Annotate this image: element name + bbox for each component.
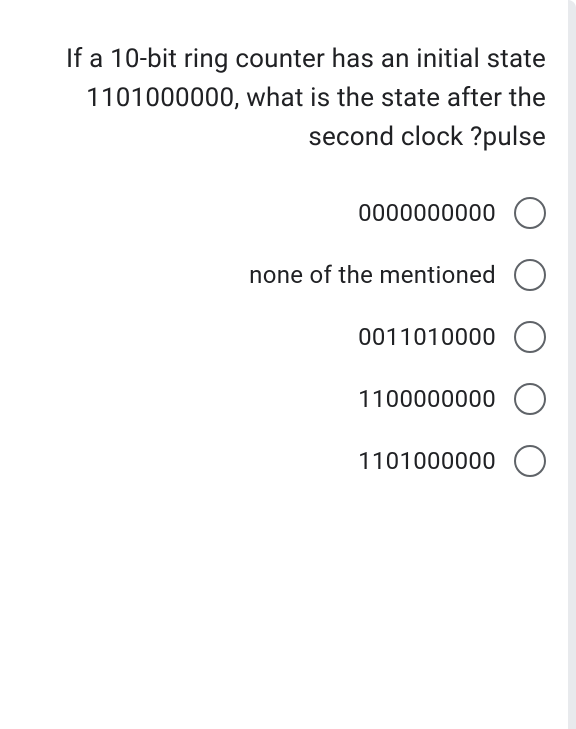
option-row-0[interactable]: 0000000000: [10, 197, 546, 229]
radio-icon[interactable]: [514, 383, 546, 415]
card-edge: [568, 0, 576, 729]
option-row-4[interactable]: 1101000000: [10, 445, 546, 477]
option-label: 1101000000: [358, 447, 496, 475]
option-label: 1100000000: [358, 385, 496, 413]
option-row-1[interactable]: none of the mentioned: [10, 259, 546, 291]
radio-icon[interactable]: [514, 259, 546, 291]
option-row-3[interactable]: 1100000000: [10, 383, 546, 415]
radio-icon[interactable]: [514, 445, 546, 477]
option-label: 0000000000: [358, 199, 496, 227]
option-row-2[interactable]: 0011010000: [10, 321, 546, 353]
question-container: If a 10-bit ring counter has an initial …: [10, 40, 556, 477]
option-label: 0011010000: [358, 323, 496, 351]
question-text: If a 10-bit ring counter has an initial …: [10, 40, 556, 157]
option-label: none of the mentioned: [249, 261, 496, 289]
radio-icon[interactable]: [514, 321, 546, 353]
radio-icon[interactable]: [514, 197, 546, 229]
options-container: 0000000000 none of the mentioned 0011010…: [10, 197, 556, 477]
